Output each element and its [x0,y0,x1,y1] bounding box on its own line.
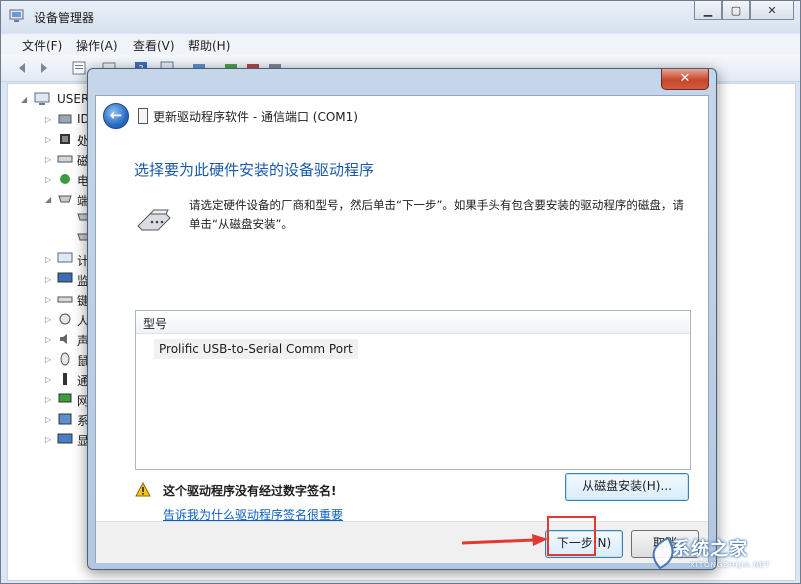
dialog-header-title: 更新驱动程序软件 - 通信端口 (COM1) [153,110,358,124]
tree-item-ports[interactable]: ◢ 端 [8,190,89,209]
collapse-arrow-icon[interactable]: ◢ [21,96,28,104]
update-driver-dialog: ✕ ← 更新驱动程序软件 - 通信端口 (COM1) 选择要为此硬件安装的设备驱… [87,68,717,570]
tree-item[interactable]: ▷ 监 [8,270,89,289]
properties-icon[interactable] [71,60,87,76]
usb-icon [63,373,67,385]
device-manager-icon [9,9,24,22]
dialog-footer: 下一步(N) 取消 [96,521,708,563]
tree-item[interactable]: ▷ 系 [8,410,89,429]
tree-item[interactable]: ▷ ID [8,110,90,129]
dialog-client: ← 更新驱动程序软件 - 通信端口 (COM1) 选择要为此硬件安装的设备驱动程… [95,95,709,563]
port-icon [58,195,72,203]
network-icon [58,393,72,403]
ide-controller-icon [58,114,72,124]
tree-item[interactable]: ▷ 声 [8,330,89,349]
expand-arrow-icon[interactable]: ▷ [45,436,52,444]
forward-arrow-icon[interactable] [35,60,51,76]
page-heading: 选择要为此硬件安装的设备驱动程序 [134,161,375,179]
device-icon [138,108,148,124]
tree-item[interactable]: ▷ 人 [8,310,89,329]
display-adapter-icon [57,433,73,444]
warning-icon [135,482,151,497]
monitor-icon [57,272,73,283]
title-bar[interactable]: 设备管理器 ▁ ▢ ✕ [1,1,800,33]
menu-view[interactable]: 查看(V) [133,37,175,54]
unsigned-driver-warning: 这个驱动程序没有经过数字签名! [163,484,337,498]
dialog-close-button[interactable]: ✕ [661,69,709,90]
expand-arrow-icon[interactable]: ▷ [45,356,52,364]
expand-arrow-icon[interactable]: ▷ [45,416,52,424]
expand-arrow-icon[interactable]: ▷ [45,376,52,384]
tree-item[interactable]: ▷ 鼠 [8,350,89,369]
tree-item[interactable]: ▷ 通 [8,370,89,389]
window-title: 设备管理器 [34,11,95,25]
serial-plug-icon [137,209,171,231]
maximize-button[interactable]: ▢ [722,1,750,20]
list-item[interactable]: Prolific USB-to-Serial Comm Port [154,339,358,359]
processor-icon [60,134,70,144]
model-column-label: 型号 [143,317,168,331]
instructions-text: 请选定硬件设备的厂商和型号，然后单击“下一步”。如果手头有包含要安装的驱动程序的… [189,198,684,231]
menu-action[interactable]: 操作(A) [76,37,118,54]
dialog-header: ← 更新驱动程序软件 - 通信端口 (COM1) [96,96,708,134]
close-button[interactable]: ✕ [750,1,794,20]
expand-arrow-icon[interactable]: ▷ [45,176,52,184]
speaker-icon [60,334,67,344]
expand-arrow-icon[interactable]: ▷ [45,316,52,324]
computer-icon [57,252,73,263]
expand-arrow-icon[interactable]: ▷ [45,396,52,404]
expand-arrow-icon[interactable]: ▷ [45,336,52,344]
tree-item[interactable]: ▷ 处 [8,130,89,149]
tree-item[interactable]: ▷ 网 [8,390,89,409]
mouse-icon [60,352,70,366]
hid-icon [59,313,71,325]
expand-arrow-icon[interactable]: ▷ [45,276,52,284]
tree-item[interactable]: ▷ 键 [8,290,89,309]
keyboard-icon [57,296,73,303]
tree-item[interactable]: ▷ 计 [8,250,89,269]
tree-item[interactable]: ▷ 磁 [8,150,89,169]
menu-file[interactable]: 文件(F) [22,37,62,54]
model-column-header[interactable]: 型号 [136,311,690,334]
menu-bar: 文件(F) 操作(A) 查看(V) 帮助(H) [1,34,800,55]
tree-item[interactable]: ▷ 显 [8,430,89,449]
disk-drive-icon [57,155,73,163]
expand-arrow-icon[interactable]: ▷ [45,136,52,144]
tree-root-label: USER [57,92,90,106]
have-disk-button[interactable]: 从磁盘安装(H)... [565,473,689,501]
back-arrow-icon[interactable] [15,60,31,76]
expand-arrow-icon[interactable]: ▷ [45,156,52,164]
expand-arrow-icon[interactable]: ▷ [45,296,52,304]
computer-icon [34,92,50,105]
system-icon [58,413,72,425]
battery-icon [60,174,70,184]
menu-help[interactable]: 帮助(H) [188,37,230,54]
annotation-arrow-icon [461,534,548,546]
collapse-arrow-icon[interactable]: ◢ [45,196,52,204]
back-button[interactable]: ← [103,103,129,129]
watermark-subtext: XITONGZHIJIA.NET [690,561,771,569]
expand-arrow-icon[interactable]: ▷ [45,256,52,264]
model-list[interactable]: 型号 Prolific USB-to-Serial Comm Port [135,310,691,470]
watermark-text: 系统之家 [672,539,748,560]
tree-item[interactable]: ▷ 电 [8,170,89,189]
highlight-box [547,516,596,556]
expand-arrow-icon[interactable]: ▷ [45,116,52,124]
minimize-button[interactable]: ▁ [694,1,722,20]
